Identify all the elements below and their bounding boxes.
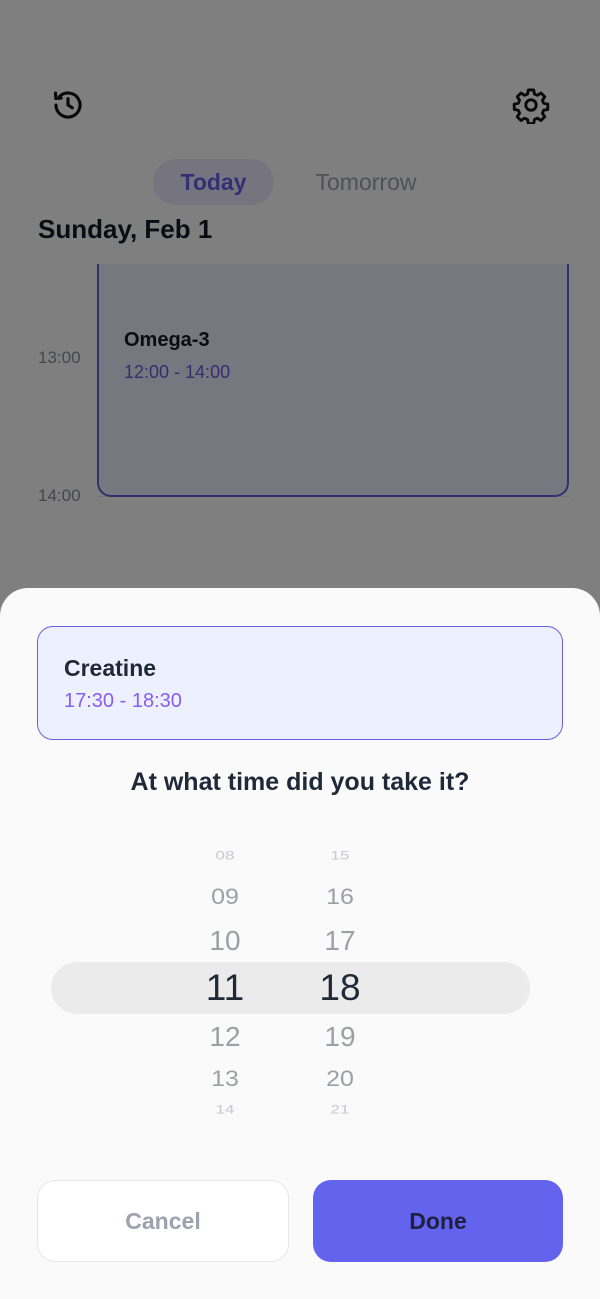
minute-option[interactable]: 15 <box>295 849 385 863</box>
hour-option[interactable]: 13 <box>180 1066 270 1092</box>
hour-wheel[interactable]: 08 09 10 11 12 13 14 <box>180 846 270 1126</box>
hour-option[interactable]: 09 <box>180 884 270 910</box>
hour-option[interactable]: 12 <box>180 1021 270 1053</box>
minute-option[interactable]: 16 <box>295 884 385 910</box>
minute-wheel[interactable]: 15 16 17 18 19 20 21 <box>295 846 385 1126</box>
done-button[interactable]: Done <box>313 1180 563 1262</box>
hour-option[interactable]: 10 <box>180 925 270 957</box>
minute-option[interactable]: 17 <box>295 925 385 957</box>
picker-selection-highlight <box>51 962 530 1014</box>
hour-selected[interactable]: 11 <box>180 967 270 1009</box>
minute-option[interactable]: 19 <box>295 1021 385 1053</box>
picker-question: At what time did you take it? <box>130 768 470 796</box>
screen: Today Tomorrow Sunday, Feb 1 13:00 14:00… <box>0 0 600 1299</box>
hour-option[interactable]: 14 <box>180 1103 270 1117</box>
cancel-button[interactable]: Cancel <box>37 1180 289 1262</box>
time-picker-sheet: Creatine 17:30 - 18:30 At what time did … <box>0 588 600 1299</box>
minute-selected[interactable]: 18 <box>295 967 385 1009</box>
time-picker: 08 09 10 11 12 13 14 15 16 17 18 19 20 2… <box>0 846 600 1126</box>
hour-option[interactable]: 08 <box>180 849 270 863</box>
supplement-name: Creatine <box>64 655 157 681</box>
minute-option[interactable]: 20 <box>295 1066 385 1092</box>
supplement-time-range: 17:30 - 18:30 <box>64 690 182 712</box>
selected-supplement-card: Creatine 17:30 - 18:30 <box>37 626 563 740</box>
minute-option[interactable]: 21 <box>295 1103 385 1117</box>
